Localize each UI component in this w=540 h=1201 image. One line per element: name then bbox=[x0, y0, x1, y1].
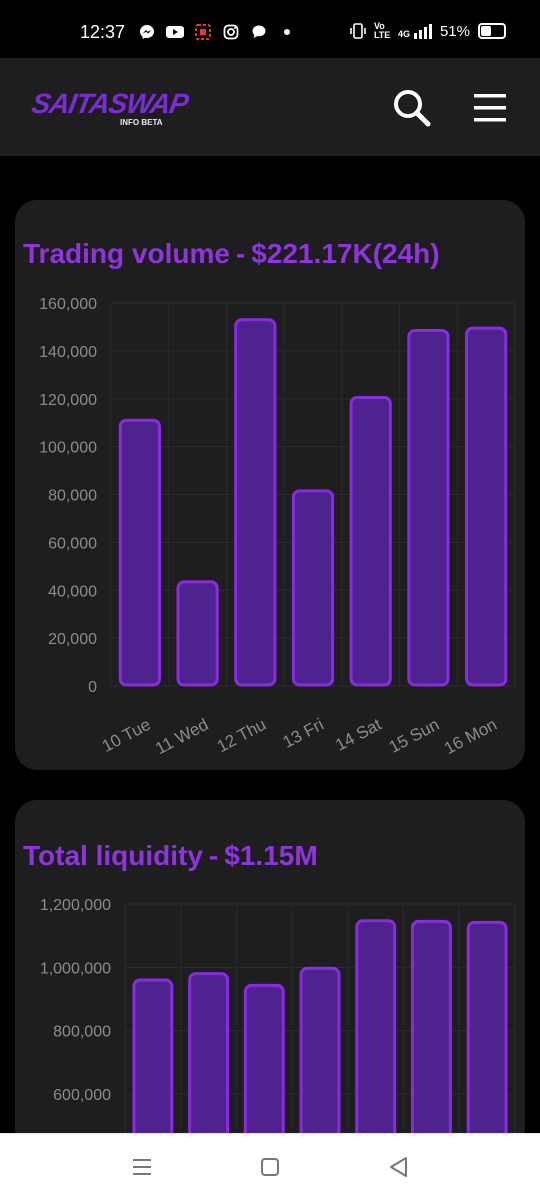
vibrate-icon bbox=[350, 23, 366, 39]
home-button[interactable] bbox=[256, 1154, 284, 1180]
bar[interactable] bbox=[291, 489, 335, 687]
battery-fill bbox=[481, 26, 492, 36]
y-tick-label: 40,000 bbox=[48, 583, 97, 600]
hamburger-menu-icon[interactable] bbox=[468, 86, 512, 130]
y-tick-label: 80,000 bbox=[48, 488, 97, 505]
trading-volume-card: Trading volume - $221.17K(24h) 0 20,000 40,0… bbox=[15, 200, 525, 770]
app-icon bbox=[195, 24, 211, 40]
y-tick-label: 120,000 bbox=[39, 392, 97, 409]
x-tick-label: 10 Tue bbox=[99, 715, 154, 756]
y-tick-label: 100,000 bbox=[39, 440, 97, 457]
logo-subtext: INFO BETA bbox=[120, 118, 163, 127]
y-tick-label: 60,000 bbox=[48, 535, 97, 552]
search-icon[interactable] bbox=[390, 86, 434, 130]
dot-icon bbox=[284, 29, 290, 35]
x-tick-label: 14 Sat bbox=[332, 715, 385, 755]
y-tick-label: 140,000 bbox=[39, 344, 97, 361]
chat-bubble-icon bbox=[252, 25, 266, 38]
network-type-label: 4G bbox=[397, 28, 410, 39]
back-button[interactable] bbox=[385, 1154, 413, 1180]
recent-apps-button[interactable] bbox=[128, 1154, 156, 1180]
x-tick-label: 12 Thu bbox=[214, 715, 269, 756]
status-time: 12:37 bbox=[80, 22, 126, 42]
bar[interactable] bbox=[234, 318, 277, 687]
logo-text: SAITASWAP bbox=[29, 88, 191, 119]
x-tick-label: 15 Sun bbox=[386, 715, 443, 757]
signal-4g-icon: 4G bbox=[397, 23, 432, 39]
y-tick-label: 20,000 bbox=[48, 631, 97, 648]
y-tick-label: 1,000,000 bbox=[40, 960, 111, 977]
x-tick-label: 11 Wed bbox=[152, 715, 211, 759]
battery-percent: 51% bbox=[439, 22, 470, 40]
volte-icon: Vo LTE bbox=[373, 21, 391, 40]
system-status: Vo LTE 4G 51% bbox=[350, 22, 506, 40]
bar[interactable] bbox=[407, 329, 450, 687]
y-tick-label: 800,000 bbox=[53, 1024, 111, 1041]
bar[interactable] bbox=[118, 418, 161, 687]
status-bar: 12:37 Vo LTE 4G 51% bbox=[0, 0, 540, 58]
x-tick-label: 16 Mon bbox=[441, 715, 500, 758]
bar[interactable] bbox=[349, 396, 392, 687]
y-tick-label: 600,000 bbox=[53, 1087, 111, 1104]
bar[interactable] bbox=[176, 580, 219, 687]
battery-icon bbox=[478, 23, 506, 39]
x-tick-label: 13 Fri bbox=[280, 715, 327, 752]
youtube-icon bbox=[166, 26, 184, 38]
y-tick-label: 0 bbox=[88, 679, 97, 696]
app-header: SAITASWAP INFO BETA bbox=[0, 58, 540, 156]
notification-icons bbox=[138, 24, 296, 40]
saitaswap-logo[interactable]: SAITASWAP INFO BETA bbox=[29, 88, 190, 134]
system-navigation-bar bbox=[0, 1133, 540, 1201]
instagram-icon bbox=[223, 24, 239, 40]
messenger-icon bbox=[140, 25, 154, 39]
y-tick-label: 1,200,000 bbox=[40, 897, 111, 914]
y-tick-label: 160,000 bbox=[39, 296, 97, 313]
bar[interactable] bbox=[465, 326, 508, 687]
trading-volume-chart: 0 20,000 40,000 60,000 80,000 100,000 120,000 1… bbox=[39, 296, 516, 759]
